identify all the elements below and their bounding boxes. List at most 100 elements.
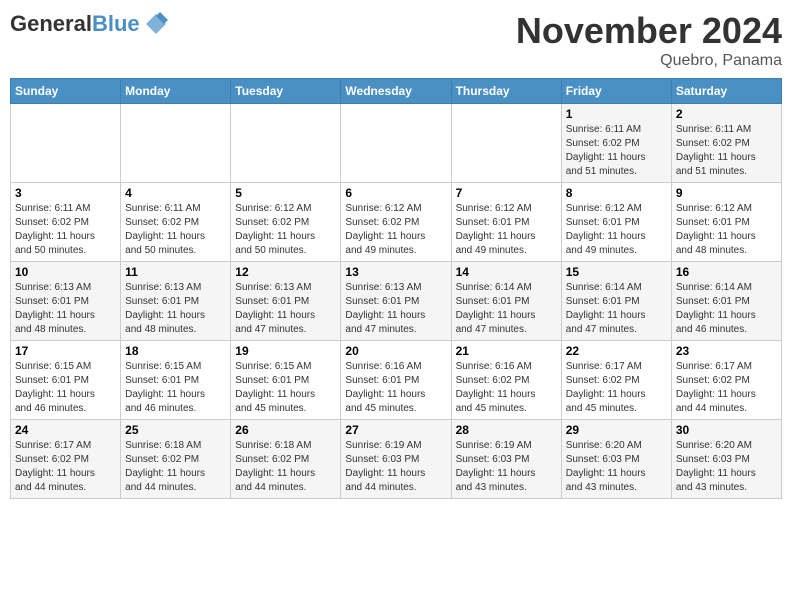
calendar-cell: 15 Sunrise: 6:14 AM Sunset: 6:01 PM Dayli… <box>561 262 671 341</box>
day-number: 9 <box>676 186 777 200</box>
day-info: Sunrise: 6:17 AM Sunset: 6:02 PM Dayligh… <box>566 360 667 416</box>
calendar-week-4: 17 Sunrise: 6:15 AM Sunset: 6:01 PM Dayli… <box>11 341 782 420</box>
day-number: 14 <box>456 265 557 279</box>
month-title: November 2024 <box>516 10 782 52</box>
day-number: 13 <box>345 265 446 279</box>
calendar-cell: 13 Sunrise: 6:13 AM Sunset: 6:01 PM Dayli… <box>341 262 451 341</box>
calendar-cell <box>341 104 451 183</box>
day-number: 7 <box>456 186 557 200</box>
day-info: Sunrise: 6:12 AM Sunset: 6:02 PM Dayligh… <box>345 202 446 258</box>
logo: GeneralBlue <box>10 10 170 38</box>
day-info: Sunrise: 6:13 AM Sunset: 6:01 PM Dayligh… <box>345 281 446 337</box>
day-info: Sunrise: 6:11 AM Sunset: 6:02 PM Dayligh… <box>125 202 226 258</box>
day-number: 15 <box>566 265 667 279</box>
calendar-cell: 11 Sunrise: 6:13 AM Sunset: 6:01 PM Dayli… <box>121 262 231 341</box>
calendar-cell: 29 Sunrise: 6:20 AM Sunset: 6:03 PM Dayli… <box>561 420 671 499</box>
weekday-header-wednesday: Wednesday <box>341 79 451 104</box>
weekday-header-saturday: Saturday <box>671 79 781 104</box>
day-info: Sunrise: 6:17 AM Sunset: 6:02 PM Dayligh… <box>15 439 116 495</box>
weekday-header-sunday: Sunday <box>11 79 121 104</box>
day-info: Sunrise: 6:12 AM Sunset: 6:01 PM Dayligh… <box>676 202 777 258</box>
title-block: November 2024 Quebro, Panama <box>516 10 782 70</box>
calendar-cell: 2 Sunrise: 6:11 AM Sunset: 6:02 PM Daylig… <box>671 104 781 183</box>
day-number: 17 <box>15 344 116 358</box>
day-info: Sunrise: 6:15 AM Sunset: 6:01 PM Dayligh… <box>15 360 116 416</box>
calendar-cell: 10 Sunrise: 6:13 AM Sunset: 6:01 PM Dayli… <box>11 262 121 341</box>
day-info: Sunrise: 6:15 AM Sunset: 6:01 PM Dayligh… <box>235 360 336 416</box>
calendar-cell: 27 Sunrise: 6:19 AM Sunset: 6:03 PM Dayli… <box>341 420 451 499</box>
day-number: 27 <box>345 423 446 437</box>
calendar-cell: 30Sunrise: 6:20 AM Sunset: 6:03 PM Dayli… <box>671 420 781 499</box>
day-number: 19 <box>235 344 336 358</box>
day-info: Sunrise: 6:20 AM Sunset: 6:03 PM Dayligh… <box>676 439 777 495</box>
calendar-cell <box>121 104 231 183</box>
calendar-cell: 3Sunrise: 6:11 AM Sunset: 6:02 PM Daylig… <box>11 183 121 262</box>
day-number: 4 <box>125 186 226 200</box>
day-number: 12 <box>235 265 336 279</box>
calendar-cell: 1Sunrise: 6:11 AM Sunset: 6:02 PM Daylig… <box>561 104 671 183</box>
calendar-cell: 21Sunrise: 6:16 AM Sunset: 6:02 PM Dayli… <box>451 341 561 420</box>
day-info: Sunrise: 6:18 AM Sunset: 6:02 PM Dayligh… <box>125 439 226 495</box>
day-info: Sunrise: 6:14 AM Sunset: 6:01 PM Dayligh… <box>456 281 557 337</box>
calendar-cell <box>11 104 121 183</box>
day-number: 6 <box>345 186 446 200</box>
day-info: Sunrise: 6:13 AM Sunset: 6:01 PM Dayligh… <box>125 281 226 337</box>
day-info: Sunrise: 6:13 AM Sunset: 6:01 PM Dayligh… <box>15 281 116 337</box>
day-info: Sunrise: 6:12 AM Sunset: 6:01 PM Dayligh… <box>456 202 557 258</box>
calendar-cell: 23Sunrise: 6:17 AM Sunset: 6:02 PM Dayli… <box>671 341 781 420</box>
calendar-cell: 4 Sunrise: 6:11 AM Sunset: 6:02 PM Daylig… <box>121 183 231 262</box>
logo-general: General <box>10 11 92 36</box>
day-number: 2 <box>676 107 777 121</box>
calendar-cell: 14 Sunrise: 6:14 AM Sunset: 6:01 PM Dayli… <box>451 262 561 341</box>
calendar-cell: 18Sunrise: 6:15 AM Sunset: 6:01 PM Dayli… <box>121 341 231 420</box>
day-info: Sunrise: 6:11 AM Sunset: 6:02 PM Dayligh… <box>15 202 116 258</box>
day-number: 18 <box>125 344 226 358</box>
calendar-cell: 17 Sunrise: 6:15 AM Sunset: 6:01 PM Dayli… <box>11 341 121 420</box>
day-info: Sunrise: 6:14 AM Sunset: 6:01 PM Dayligh… <box>676 281 777 337</box>
calendar-cell: 7 Sunrise: 6:12 AM Sunset: 6:01 PM Daylig… <box>451 183 561 262</box>
calendar-cell: 5 Sunrise: 6:12 AM Sunset: 6:02 PM Daylig… <box>231 183 341 262</box>
calendar-week-5: 24 Sunrise: 6:17 AM Sunset: 6:02 PM Dayli… <box>11 420 782 499</box>
weekday-header-monday: Monday <box>121 79 231 104</box>
weekday-header-thursday: Thursday <box>451 79 561 104</box>
day-number: 23 <box>676 344 777 358</box>
day-info: Sunrise: 6:13 AM Sunset: 6:01 PM Dayligh… <box>235 281 336 337</box>
day-info: Sunrise: 6:20 AM Sunset: 6:03 PM Dayligh… <box>566 439 667 495</box>
calendar-cell: 12 Sunrise: 6:13 AM Sunset: 6:01 PM Dayli… <box>231 262 341 341</box>
day-number: 11 <box>125 265 226 279</box>
calendar-cell: 24 Sunrise: 6:17 AM Sunset: 6:02 PM Dayli… <box>11 420 121 499</box>
day-info: Sunrise: 6:19 AM Sunset: 6:03 PM Dayligh… <box>345 439 446 495</box>
calendar-table: SundayMondayTuesdayWednesdayThursdayFrid… <box>10 78 782 499</box>
day-info: Sunrise: 6:19 AM Sunset: 6:03 PM Dayligh… <box>456 439 557 495</box>
day-info: Sunrise: 6:12 AM Sunset: 6:02 PM Dayligh… <box>235 202 336 258</box>
logo-blue: Blue <box>92 11 140 36</box>
day-number: 26 <box>235 423 336 437</box>
day-info: Sunrise: 6:16 AM Sunset: 6:01 PM Dayligh… <box>345 360 446 416</box>
calendar-cell: 9 Sunrise: 6:12 AM Sunset: 6:01 PM Daylig… <box>671 183 781 262</box>
calendar-cell: 28 Sunrise: 6:19 AM Sunset: 6:03 PM Dayli… <box>451 420 561 499</box>
calendar-cell: 19 Sunrise: 6:15 AM Sunset: 6:01 PM Dayli… <box>231 341 341 420</box>
day-number: 25 <box>125 423 226 437</box>
day-number: 16 <box>676 265 777 279</box>
calendar-cell: 6 Sunrise: 6:12 AM Sunset: 6:02 PM Daylig… <box>341 183 451 262</box>
day-number: 5 <box>235 186 336 200</box>
day-number: 1 <box>566 107 667 121</box>
day-number: 10 <box>15 265 116 279</box>
weekday-header-friday: Friday <box>561 79 671 104</box>
calendar-cell: 26Sunrise: 6:18 AM Sunset: 6:02 PM Dayli… <box>231 420 341 499</box>
day-info: Sunrise: 6:14 AM Sunset: 6:01 PM Dayligh… <box>566 281 667 337</box>
day-number: 20 <box>345 344 446 358</box>
page-header: GeneralBlue November 2024 Quebro, Panama <box>10 10 782 70</box>
calendar-week-1: 1 Sunrise: 6:11 AM Sunset: 6:02 PM Daylig… <box>11 104 782 183</box>
day-number: 24 <box>15 423 116 437</box>
calendar-cell: 16 Sunrise: 6:14 AM Sunset: 6:01 PM Dayli… <box>671 262 781 341</box>
calendar-header: SundayMondayTuesdayWednesdayThursdayFrid… <box>11 79 782 104</box>
day-number: 28 <box>456 423 557 437</box>
calendar-week-3: 10 Sunrise: 6:13 AM Sunset: 6:01 PM Dayli… <box>11 262 782 341</box>
calendar-cell <box>231 104 341 183</box>
day-number: 22 <box>566 344 667 358</box>
calendar-week-2: 3Sunrise: 6:11 AM Sunset: 6:02 PM Daylig… <box>11 183 782 262</box>
weekday-header-tuesday: Tuesday <box>231 79 341 104</box>
day-number: 29 <box>566 423 667 437</box>
day-info: Sunrise: 6:11 AM Sunset: 6:02 PM Dayligh… <box>676 123 777 179</box>
